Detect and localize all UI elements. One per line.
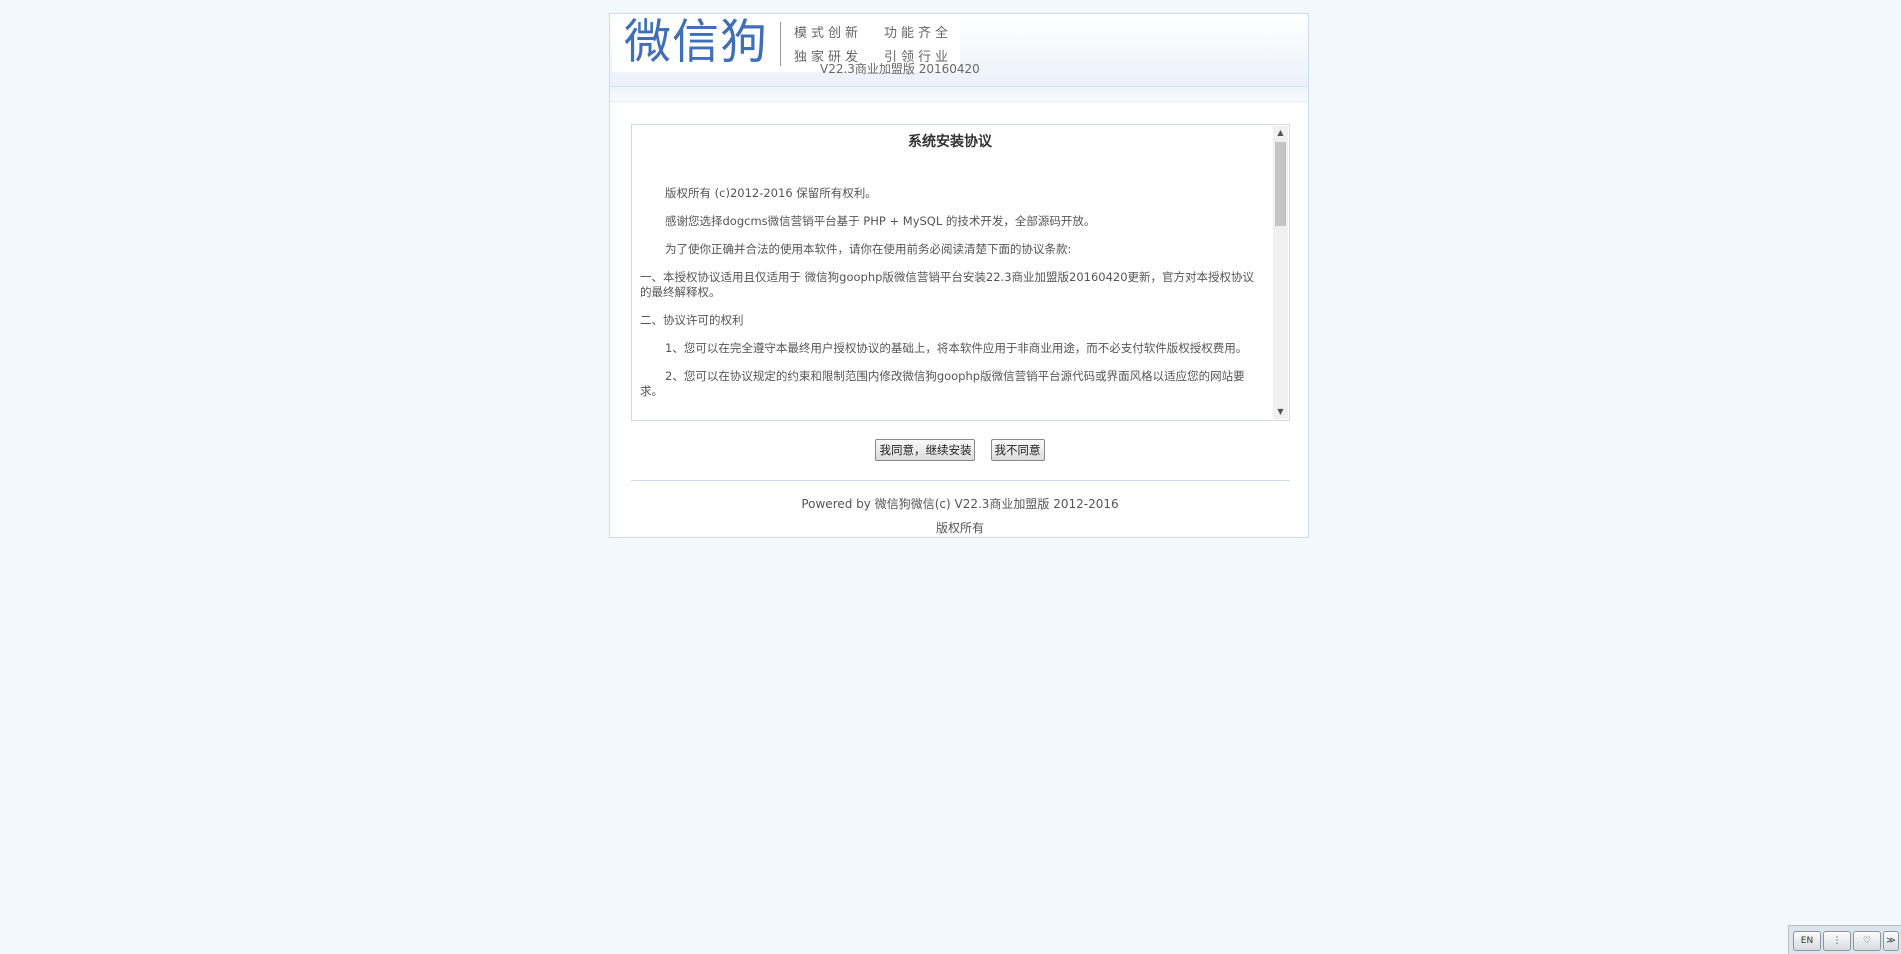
version-label: V22.3商业加盟版 20160420	[820, 62, 980, 76]
header-strip	[610, 87, 1308, 102]
agreement-content: 系统安装协议 版权所有 (c)2012-2016 保留所有权利。 感谢您选择do…	[640, 125, 1260, 412]
agreement-paragraph: 1、您可以在完全遵守本最终用户授权协议的基础上，将本软件应用于非商业用途，而不必…	[665, 341, 1248, 355]
disagree-button[interactable]: 我不同意	[990, 439, 1045, 461]
slogan-2: 功能齐全	[884, 26, 953, 41]
agreement-box[interactable]: 系统安装协议 版权所有 (c)2012-2016 保留所有权利。 感谢您选择do…	[631, 124, 1290, 421]
agreement-paragraph: 为了使你正确并合法的使用本软件，请你在使用前务必阅读清楚下面的协议条款:	[665, 242, 1072, 256]
menu-icon[interactable]: ⋮	[1823, 931, 1851, 951]
agreement-paragraph: 版权所有 (c)2012-2016 保留所有权利。	[665, 186, 877, 200]
agreement-paragraph: 一、本授权协议适用且仅适用于 微信狗goophp版微信营销平台安装22.3商业加…	[640, 270, 1255, 299]
logo-text: 微信狗	[624, 15, 768, 70]
expand-icon[interactable]: ≫	[1883, 931, 1899, 951]
agreement-paragraph: 感谢您选择dogcms微信营销平台基于 PHP + MySQL 的技术开发，全部…	[665, 214, 1096, 228]
button-row: 我同意，继续安装 我不同意	[610, 439, 1310, 461]
agreement-title: 系统安装协议	[908, 134, 992, 150]
installer-window: 微信狗 模式创新 功能齐全 独家研发 引领行业 V22.3商业加盟版 20160…	[609, 13, 1309, 538]
scroll-down-arrow-icon[interactable]: ▼	[1273, 405, 1288, 419]
header: 微信狗 模式创新 功能齐全 独家研发 引领行业 V22.3商业加盟版 20160…	[610, 14, 1308, 87]
agreement-scrollbar[interactable]: ▲ ▼	[1273, 126, 1288, 419]
agreement-paragraph: 2、您可以在协议规定的约束和限制范围内修改微信狗goophp版微信营销平台源代码…	[640, 369, 1245, 398]
footer-rights: 版权所有	[935, 521, 984, 535]
slogan-1: 模式创新	[794, 26, 863, 41]
agreement-paragraph: 二、协议许可的权利	[640, 313, 744, 327]
language-indicator[interactable]: EN	[1793, 931, 1821, 951]
scroll-thumb[interactable]	[1275, 142, 1286, 226]
logo-divider	[780, 22, 781, 66]
scroll-up-arrow-icon[interactable]: ▲	[1273, 126, 1288, 140]
heart-icon[interactable]: ♡	[1853, 931, 1881, 951]
footer-divider	[631, 480, 1290, 481]
footer-powered: Powered by 微信狗微信(c) V22.3商业加盟版 2012-2016	[801, 497, 1119, 511]
system-tray: EN ⋮ ♡ ≫	[1788, 925, 1901, 954]
agree-button[interactable]: 我同意，继续安装	[875, 439, 976, 461]
